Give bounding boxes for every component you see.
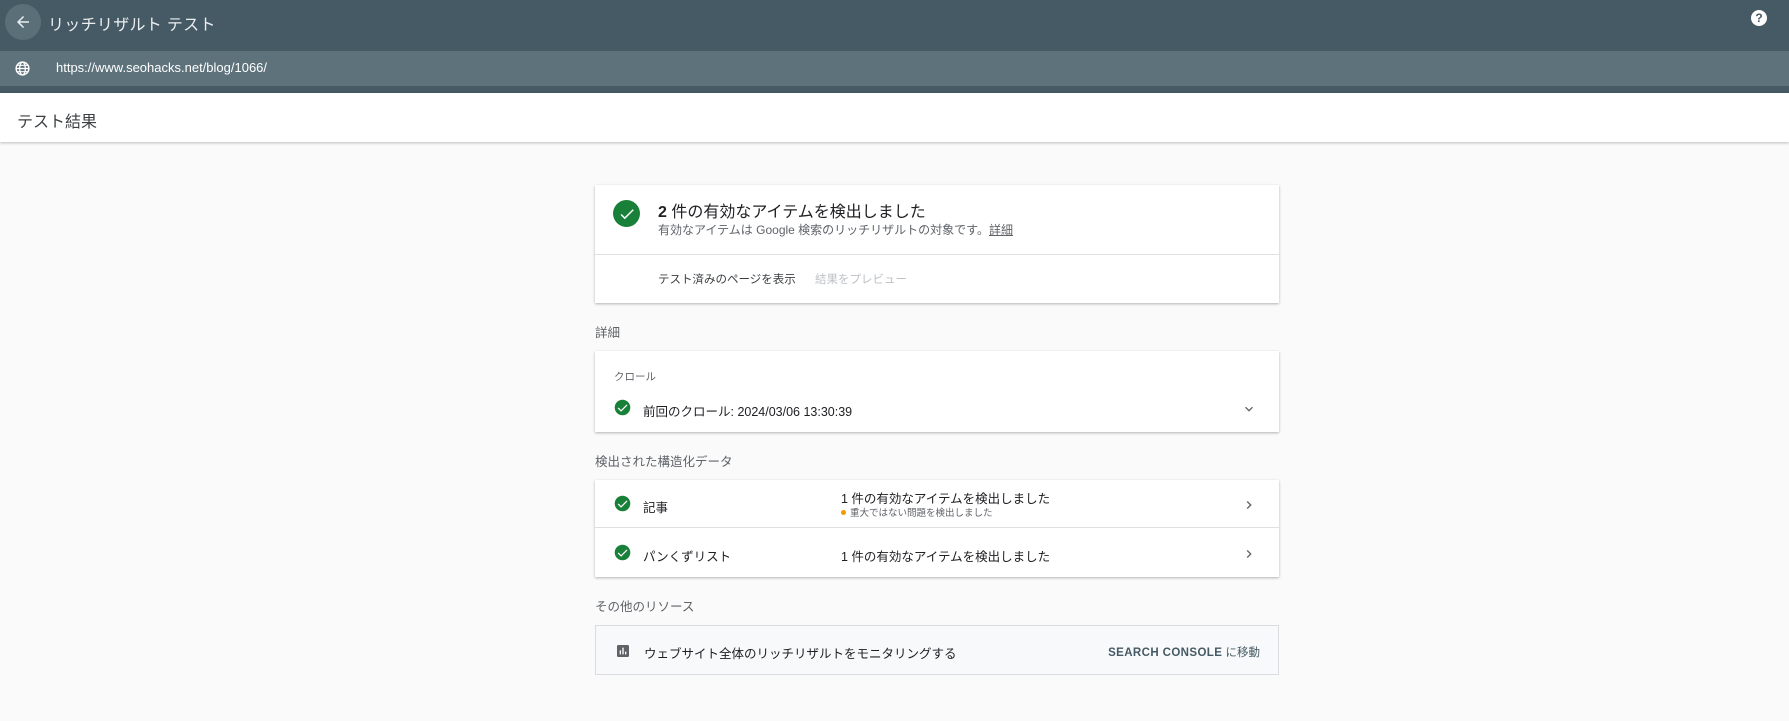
details-link[interactable]: 詳細 [989, 223, 1013, 237]
app-title: リッチリザルト テスト [48, 17, 216, 34]
url-text[interactable]: https://www.seohacks.net/blog/1066/ [56, 60, 267, 75]
item-name: 記事 [643, 501, 669, 515]
view-tested-page-button[interactable]: テスト済みのページを表示 [658, 271, 796, 287]
bar-chart-icon [617, 645, 629, 657]
link-suffix: に移動 [1222, 647, 1260, 659]
chevron-right-icon[interactable] [1241, 546, 1257, 562]
structured-data-row-breadcrumb[interactable]: パンくずリスト 1 件の有効なアイテムを検出しました [595, 529, 1279, 577]
results-header: テスト結果 [0, 93, 1789, 142]
preview-results-button[interactable]: 結果をプレビュー [815, 271, 907, 287]
resource-text: ウェブサイト全体のリッチリザルトをモニタリングする [644, 647, 957, 661]
search-console-resource[interactable]: ウェブサイト全体のリッチリザルトをモニタリングする SEARCH CONSOLE… [595, 625, 1279, 675]
back-button[interactable] [5, 4, 41, 40]
check-circle-icon [614, 399, 631, 416]
divider [595, 254, 1279, 255]
url-bar[interactable]: https://www.seohacks.net/blog/1066/ [0, 51, 1789, 86]
other-resources-section-title: その他のリソース [595, 600, 695, 614]
item-warning: 重大ではない問題を検出しました [841, 505, 993, 519]
summary-card: 2 件の有効なアイテムを検出しました 有効なアイテムは Google 検索のリッ… [595, 185, 1279, 303]
warning-text: 重大ではない問題を検出しました [850, 508, 993, 519]
subtitle-text: 有効なアイテムは Google 検索のリッチリザルトの対象です。 [658, 223, 989, 237]
structured-data-section-title: 検出された構造化データ [595, 455, 733, 469]
last-crawl-text: 前回のクロール: 2024/03/06 13:30:39 [643, 405, 853, 419]
valid-item-count: 2 [658, 204, 667, 221]
details-section-title: 詳細 [595, 326, 621, 340]
crawl-card[interactable]: クロール 前回のクロール: 2024/03/06 13:30:39 [595, 351, 1279, 432]
check-circle-icon [614, 544, 631, 561]
structured-data-row-article[interactable]: 記事 1 件の有効なアイテムを検出しました 重大ではない問題を検出しました [595, 480, 1279, 528]
crawl-label: クロール [614, 371, 656, 383]
search-console-label: SEARCH CONSOLE [1108, 647, 1223, 659]
warning-dot-icon [841, 509, 846, 515]
item-status: 1 件の有効なアイテムを検出しました [841, 550, 1051, 564]
check-circle-icon [613, 200, 640, 227]
headline-text: 件の有効なアイテムを検出しました [666, 204, 926, 221]
help-icon[interactable]: ? [1751, 10, 1767, 26]
back-arrow-icon [17, 16, 29, 28]
results-title: テスト結果 [17, 114, 98, 131]
item-name: パンくずリスト [643, 550, 732, 564]
search-console-link[interactable]: SEARCH CONSOLE に移動 [1108, 644, 1260, 660]
app-bar: リッチリザルト テスト ? https://www.seohacks.net/b… [0, 0, 1789, 93]
summary-headline: 2 件の有効なアイテムを検出しました [658, 198, 926, 222]
chevron-right-icon[interactable] [1241, 497, 1257, 513]
summary-subtitle: 有効なアイテムは Google 検索のリッチリザルトの対象です。詳細 [658, 221, 1013, 238]
structured-data-card: 記事 1 件の有効なアイテムを検出しました 重大ではない問題を検出しました パン… [595, 480, 1279, 577]
globe-icon [15, 61, 30, 76]
check-circle-icon [614, 495, 631, 512]
chevron-down-icon[interactable] [1241, 401, 1257, 417]
